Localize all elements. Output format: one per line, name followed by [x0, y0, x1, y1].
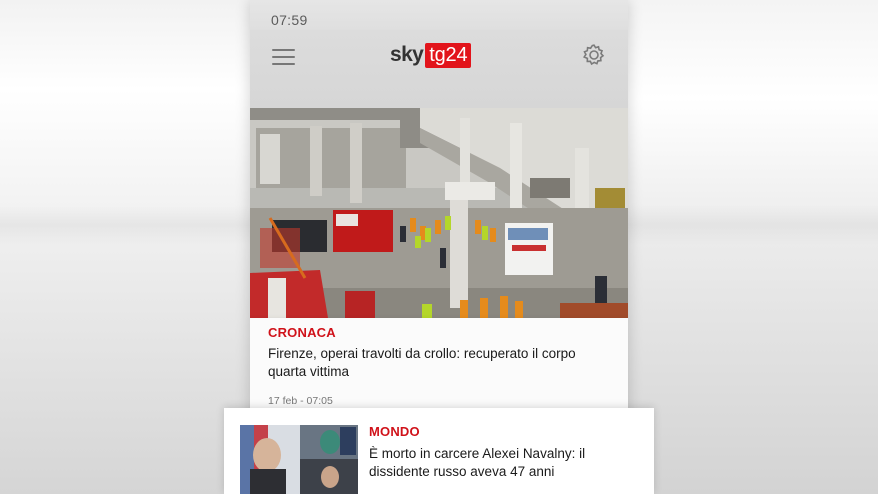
gear-icon[interactable]	[582, 43, 606, 67]
article-category: MONDO	[369, 424, 420, 439]
second-article-image[interactable]	[240, 425, 358, 494]
hamburger-menu-icon[interactable]	[272, 48, 296, 66]
article-title[interactable]: Firenze, operai travolti da crollo: recu…	[268, 345, 598, 381]
second-article-card[interactable]: MONDO È morto in carcere Alexei Navalny:…	[224, 408, 654, 494]
hero-article-image[interactable]	[250, 108, 628, 318]
article-title[interactable]: È morto in carcere Alexei Navalny: il di…	[369, 445, 619, 481]
app-bar: sky tg24	[250, 30, 628, 108]
logo-tg24-badge: tg24	[425, 42, 472, 68]
logo-sky-text: sky	[390, 43, 424, 66]
hero-article-card[interactable]: CRONACA Firenze, operai travolti da crol…	[250, 318, 628, 412]
status-time: 07:59	[271, 12, 308, 28]
sky-tg24-logo[interactable]: sky tg24	[390, 42, 472, 68]
background-left	[0, 0, 252, 494]
article-date: 17 feb - 07:05	[268, 395, 333, 407]
article-category: CRONACA	[268, 325, 336, 340]
background-right	[628, 0, 878, 494]
